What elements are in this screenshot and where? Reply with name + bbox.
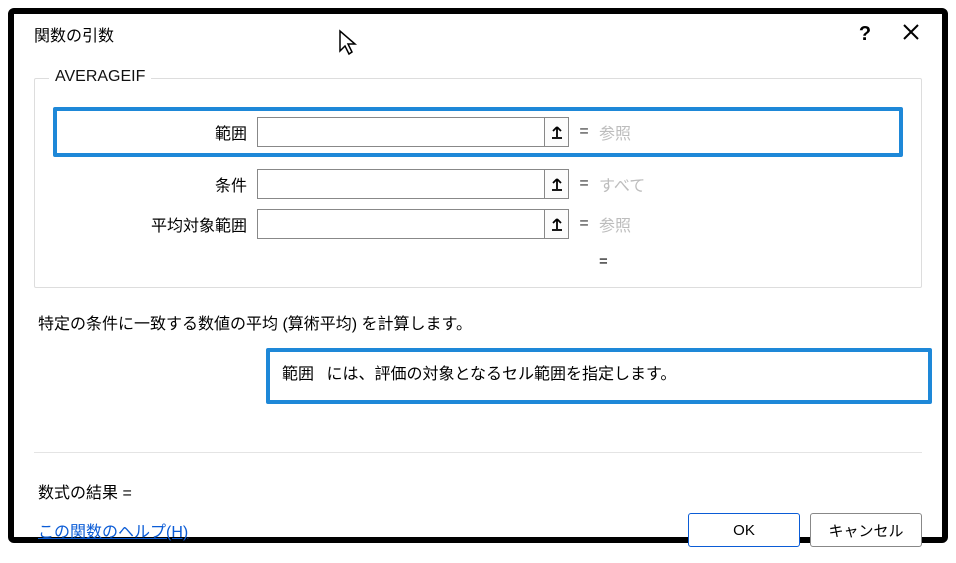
arg-label-criteria: 条件 [59, 172, 257, 196]
arg-row-range-highlight: 範囲 = 参照 [53, 107, 903, 157]
arg-input-criteria[interactable] [257, 169, 569, 199]
arg-input-wrap-average-range [257, 209, 569, 239]
arg-row-criteria: 条件 = すべて [59, 165, 897, 203]
arrow-up-icon [550, 124, 564, 140]
cancel-button[interactable]: キャンセル [810, 513, 922, 547]
argument-description-text: には、評価の対象となるセル範囲を指定します。 [326, 366, 676, 383]
argument-description-name: 範囲 [282, 366, 314, 383]
arguments-group: AVERAGEIF 範囲 = 参照 [34, 78, 922, 288]
arg-row-range: 範囲 = 参照 [59, 113, 897, 151]
eq-sign: = [569, 215, 599, 233]
ok-button[interactable]: OK [688, 513, 800, 547]
arg-label-average-range: 平均対象範囲 [59, 212, 257, 236]
arg-hint-criteria: すべて [599, 172, 645, 196]
arg-input-average-range[interactable] [257, 209, 569, 239]
formula-result-row: 数式の結果 = [34, 479, 922, 503]
arrow-up-icon [550, 216, 564, 232]
eq-sign: = [569, 175, 599, 193]
function-name: AVERAGEIF [49, 68, 151, 86]
arg-input-range[interactable] [257, 117, 569, 147]
formula-result-label: 数式の結果 = [38, 485, 132, 502]
titlebar: 関数の引数 ? [14, 14, 942, 54]
dialog-title: 関数の引数 [34, 22, 114, 46]
dialog-footer: この関数のヘルプ(H) OK キャンセル [14, 503, 942, 563]
dialog-content: AVERAGEIF 範囲 = 参照 [14, 54, 942, 503]
function-summary: 特定の条件に一致する数値の平均 (算術平均) を計算します。 [34, 310, 922, 334]
argument-description-highlight: 範囲 には、評価の対象となるセル範囲を指定します。 [266, 348, 932, 404]
separator [34, 452, 922, 453]
collapse-dialog-button-criteria[interactable] [544, 170, 568, 198]
function-arguments-dialog: 関数の引数 ? AVERAGEIF 範囲 [8, 8, 948, 543]
close-icon [902, 21, 920, 47]
eq-sign: = [569, 123, 599, 141]
arg-row-average-range: 平均対象範囲 = 参照 [59, 205, 897, 243]
collapse-dialog-button-range[interactable] [544, 118, 568, 146]
close-button[interactable] [888, 14, 934, 54]
arrow-up-icon [550, 176, 564, 192]
arg-input-wrap-range [257, 117, 569, 147]
help-button[interactable]: ? [842, 14, 888, 54]
intermediate-result-eq: = [599, 253, 608, 270]
arg-hint-average-range: 参照 [599, 212, 631, 236]
help-icon: ? [859, 23, 871, 46]
arg-hint-range: 参照 [599, 120, 797, 144]
collapse-dialog-button-average-range[interactable] [544, 210, 568, 238]
arg-label-range: 範囲 [59, 120, 257, 144]
help-link[interactable]: この関数のヘルプ(H) [38, 518, 188, 542]
arg-input-wrap-criteria [257, 169, 569, 199]
intermediate-result-row: = [59, 247, 897, 275]
